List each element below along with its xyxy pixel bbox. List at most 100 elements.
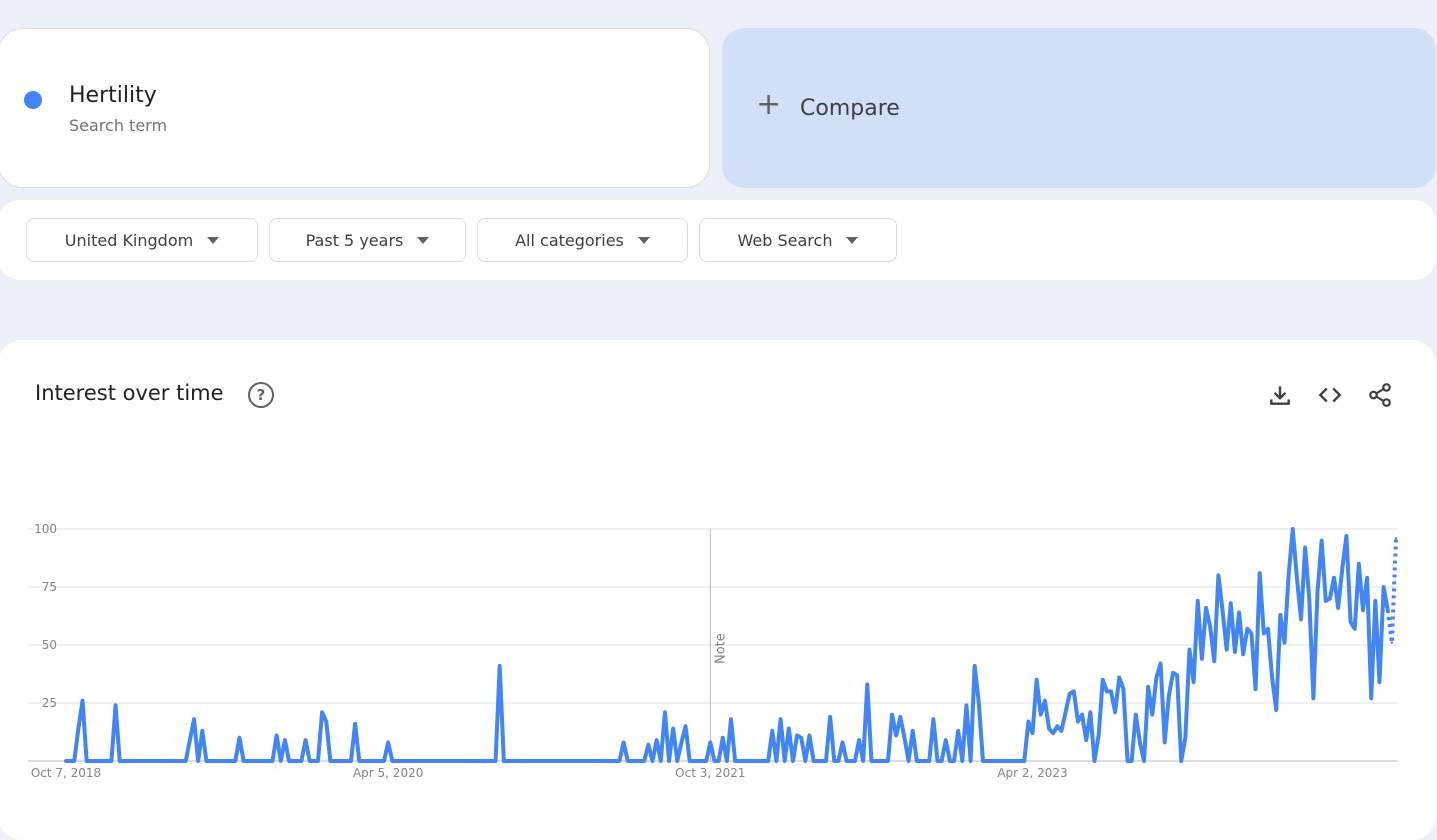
- data-point: [866, 683, 869, 686]
- data-point: [374, 759, 377, 763]
- data-point: [1316, 590, 1319, 593]
- data-point: [93, 759, 97, 763]
- data-point: [589, 759, 592, 763]
- data-point: [1258, 571, 1261, 575]
- data-point: [1365, 576, 1369, 579]
- data-point: [155, 759, 159, 763]
- data-point: [1345, 534, 1348, 538]
- data-point: [1134, 713, 1137, 716]
- data-point: [1299, 618, 1303, 621]
- data-point: [907, 759, 910, 763]
- y-tick-label: 100: [34, 522, 57, 536]
- data-point: [1010, 759, 1014, 763]
- data-point: [705, 759, 708, 763]
- data-point: [287, 759, 291, 763]
- data-point: [717, 759, 720, 763]
- x-tick-label: Apr 5, 2020: [353, 766, 423, 780]
- data-point: [151, 759, 154, 763]
- data-point: [1320, 539, 1323, 542]
- data-point: [1246, 627, 1249, 630]
- data-point: [217, 759, 221, 763]
- data-point: [1213, 660, 1216, 663]
- data-point: [1109, 690, 1113, 693]
- data-point: [1357, 562, 1361, 565]
- data-point: [853, 759, 857, 763]
- data-point: [1250, 632, 1253, 635]
- data-point: [461, 759, 464, 763]
- data-point: [1002, 759, 1005, 763]
- data-point: [742, 759, 745, 763]
- data-point: [667, 759, 671, 763]
- data-point: [680, 741, 683, 744]
- data-point: [283, 738, 287, 742]
- data-point: [192, 718, 196, 721]
- data-point: [312, 759, 316, 763]
- data-point: [201, 729, 204, 733]
- data-point: [1064, 711, 1067, 714]
- data-point: [874, 759, 877, 763]
- data-point: [1361, 609, 1365, 612]
- data-point: [1101, 678, 1104, 681]
- data-point: [1080, 713, 1084, 716]
- data-point: [300, 759, 303, 763]
- data-point: [1233, 650, 1237, 654]
- data-point: [296, 759, 299, 763]
- data-point: [353, 722, 357, 726]
- data-point: [473, 759, 477, 763]
- data-point: [139, 759, 142, 763]
- data-point: [610, 759, 613, 763]
- data-point: [1122, 687, 1125, 691]
- data-point: [849, 759, 852, 763]
- data-point: [956, 729, 960, 733]
- data-point: [320, 711, 324, 714]
- data-point: [1155, 676, 1158, 679]
- data-point: [1370, 697, 1373, 700]
- data-point: [861, 759, 865, 763]
- data-point: [370, 759, 373, 763]
- data-point: [420, 759, 423, 763]
- data-point: [386, 741, 390, 744]
- data-point: [1341, 567, 1344, 570]
- data-point: [1324, 599, 1327, 603]
- data-point: [932, 718, 935, 721]
- data-point: [791, 759, 795, 763]
- data-point: [1374, 599, 1377, 603]
- data-point: [1068, 692, 1071, 695]
- data-point: [692, 759, 696, 763]
- data-point: [159, 759, 163, 763]
- annotation-label: Note: [713, 633, 728, 664]
- data-point: [1043, 699, 1047, 702]
- data-point: [1130, 759, 1133, 763]
- data-point: [1031, 731, 1034, 735]
- data-point: [1287, 574, 1290, 577]
- data-point: [676, 759, 679, 763]
- data-point: [622, 741, 625, 744]
- data-point: [994, 759, 997, 763]
- data-point: [738, 759, 741, 763]
- data-point: [659, 759, 662, 763]
- data-point: [77, 727, 80, 730]
- data-point: [1312, 697, 1315, 700]
- data-point: [1039, 713, 1042, 716]
- y-tick-label: 75: [42, 580, 57, 594]
- data-point: [1291, 527, 1294, 531]
- data-point: [333, 759, 336, 763]
- data-point: [448, 759, 452, 763]
- data-point: [1200, 657, 1204, 661]
- data-point: [1386, 609, 1389, 612]
- data-point: [903, 736, 906, 739]
- data-point: [535, 759, 539, 763]
- data-point: [981, 759, 985, 763]
- data-point: [135, 759, 138, 763]
- data-point: [122, 759, 126, 763]
- data-point: [771, 729, 774, 733]
- data-point: [655, 738, 658, 742]
- data-point: [1175, 673, 1179, 677]
- data-point: [304, 738, 307, 742]
- data-point: [919, 759, 923, 763]
- data-point: [316, 759, 320, 763]
- data-point: [209, 759, 212, 763]
- data-point: [415, 759, 419, 763]
- data-point: [1196, 599, 1199, 603]
- data-point: [329, 759, 332, 763]
